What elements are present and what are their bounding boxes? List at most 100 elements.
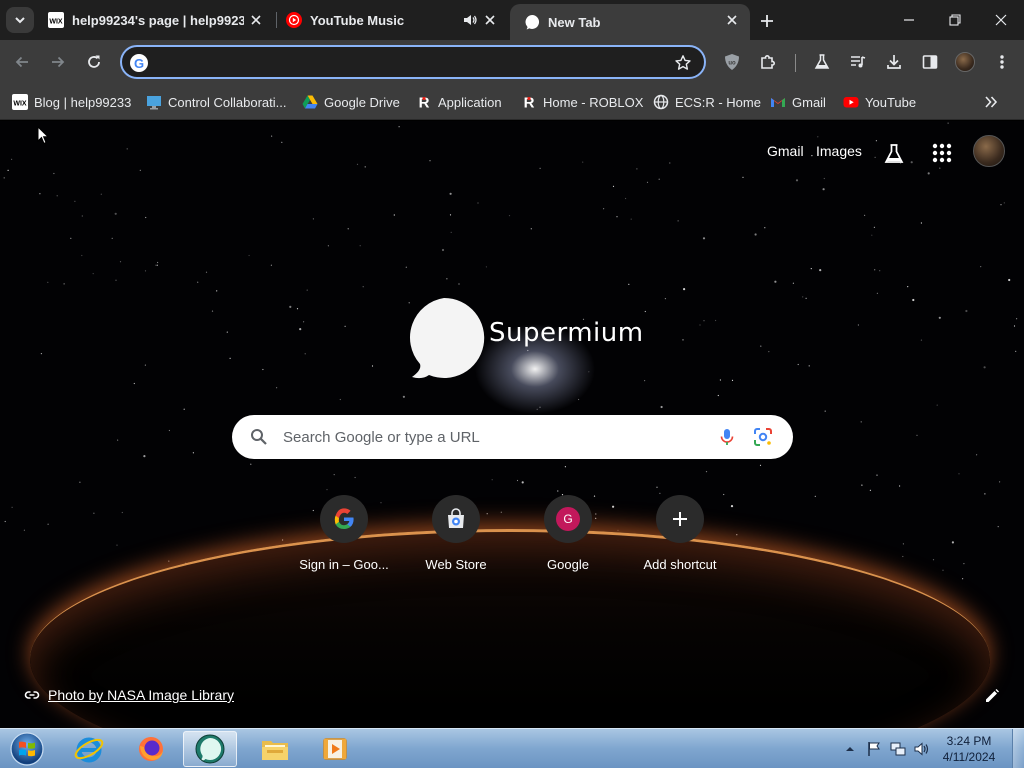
search-icon [251, 429, 267, 445]
customize-pencil-icon[interactable] [983, 687, 1001, 705]
reload-button[interactable] [80, 48, 108, 76]
google-apps-icon[interactable] [930, 141, 954, 165]
downloads-button[interactable] [880, 48, 908, 76]
google-lens-icon[interactable] [753, 427, 773, 452]
show-desktop-button[interactable] [1012, 729, 1024, 768]
bookmark-label: Control Collaborati... [168, 94, 287, 110]
letter-g-avatar-icon: G [556, 507, 580, 531]
chrome-menu-button[interactable] [988, 48, 1016, 76]
forward-button[interactable] [44, 48, 72, 76]
taskbar-media-player[interactable] [308, 731, 362, 767]
shortcut-google[interactable]: G Google [512, 493, 624, 583]
supermium-icon [524, 14, 540, 30]
gmail-icon [770, 94, 786, 110]
bookmark-label: Home - ROBLOX [543, 94, 644, 110]
tab-title: help99234's page | help99233 [72, 12, 244, 28]
omnibox-input[interactable] [158, 53, 658, 71]
bookmark-youtube[interactable]: YouTube [843, 92, 916, 112]
globe-icon [653, 94, 669, 110]
shortcut-label: Web Store [425, 557, 487, 572]
bookmark-blog[interactable]: WIX Blog | help99233 [12, 92, 131, 112]
media-controls-button[interactable] [844, 48, 872, 76]
reload-icon [88, 55, 100, 68]
tab-wix-page[interactable]: WIX help99234's page | help99233 [40, 0, 274, 40]
background-credit-link[interactable]: Photo by NASA Image Library [24, 685, 234, 705]
roblox-icon: R [521, 94, 537, 111]
bookmark-gmail[interactable]: Gmail [770, 92, 826, 112]
playlist-music-icon [851, 56, 866, 68]
close-tab-icon[interactable] [724, 12, 740, 28]
roblox-icon: R [416, 94, 432, 111]
taskbar-supermium[interactable] [183, 731, 237, 767]
windows-start-orb-icon [10, 732, 44, 766]
extensions-button[interactable] [754, 48, 782, 76]
restore-button[interactable] [932, 0, 978, 40]
youtube-icon [843, 94, 859, 110]
restore-icon [949, 14, 961, 26]
svg-text:R: R [524, 95, 535, 111]
bookmark-application[interactable]: R Application [416, 92, 502, 112]
microphone-icon[interactable] [717, 427, 737, 452]
show-hidden-icons-arrow-icon[interactable] [844, 742, 862, 760]
network-icon[interactable] [889, 740, 907, 758]
internet-explorer-icon [74, 737, 104, 763]
mouse-pointer-icon [37, 126, 49, 145]
shortcut-sign-in-google[interactable]: Sign in – Goo... [288, 493, 400, 583]
clock-time: 3:24 PM [946, 734, 992, 748]
chrome-labs-button[interactable] [808, 48, 836, 76]
minimize-icon [904, 19, 914, 21]
taskbar-firefox[interactable] [124, 731, 178, 767]
labs-flask-icon[interactable] [882, 142, 906, 166]
add-shortcut-button[interactable]: Add shortcut [624, 493, 736, 583]
gmail-link[interactable]: Gmail [767, 143, 804, 159]
back-button[interactable] [8, 48, 36, 76]
tab-title: New Tab [548, 14, 601, 30]
bookmark-control-collaboration[interactable]: Control Collaborati... [146, 92, 287, 112]
search-placeholder: Search Google or type a URL [283, 429, 480, 446]
new-tab-button[interactable] [756, 10, 778, 32]
file-explorer-icon [262, 741, 288, 760]
chrome-web-store-icon [448, 508, 464, 528]
bookmark-home-roblox[interactable]: R Home - ROBLOX [521, 92, 644, 112]
images-link[interactable]: Images [816, 143, 862, 159]
system-clock[interactable]: 3:24 PM 4/11/2024 [938, 733, 1000, 765]
svg-text:uo: uo [728, 61, 736, 67]
bookmark-google-drive[interactable]: Google Drive [302, 92, 400, 112]
shortcut-tile [320, 495, 368, 543]
volume-icon[interactable] [913, 740, 931, 758]
minimize-button[interactable] [886, 0, 932, 40]
clock-date: 4/11/2024 [942, 750, 996, 764]
action-center-flag-icon[interactable] [865, 740, 883, 758]
side-panel-button[interactable] [916, 48, 944, 76]
bookmarks-bar: WIX Blog | help99233 Control Collaborati… [0, 84, 1024, 120]
shortcut-label: Add shortcut [643, 557, 717, 572]
tab-new-tab[interactable]: New Tab [510, 4, 750, 40]
toolbar-divider [795, 54, 796, 72]
shortcut-web-store[interactable]: Web Store [400, 493, 512, 583]
tab-separator [276, 12, 277, 28]
supermium-icon [410, 297, 485, 379]
profile-button[interactable] [951, 48, 979, 76]
ublock-origin-extension-button[interactable]: uo [718, 48, 746, 76]
taskbar-file-explorer[interactable] [248, 731, 302, 767]
bookmark-ecsr-home[interactable]: ECS:R - Home [653, 92, 761, 112]
plus-icon [761, 15, 773, 27]
start-button[interactable] [7, 731, 47, 767]
tab-search-button[interactable] [6, 7, 34, 33]
bookmark-star-icon[interactable] [674, 54, 692, 77]
puzzle-piece-icon [761, 55, 775, 69]
address-bar[interactable]: G [120, 45, 706, 79]
bookmark-label: Gmail [792, 94, 826, 110]
close-window-button[interactable] [978, 0, 1024, 40]
arrow-right-icon [52, 56, 65, 68]
close-tab-icon[interactable] [248, 12, 264, 28]
close-tab-icon[interactable] [482, 12, 498, 28]
taskbar-internet-explorer[interactable] [62, 731, 116, 767]
account-avatar[interactable] [973, 135, 1005, 167]
svg-text:R: R [419, 95, 430, 111]
tab-youtube-music[interactable]: YouTube Music [278, 0, 508, 40]
bookmark-label: Google Drive [324, 94, 400, 110]
bookmarks-overflow-button[interactable] [984, 92, 1002, 112]
ntp-search-box[interactable]: Search Google or type a URL [232, 415, 793, 459]
speaker-audio-icon[interactable] [462, 12, 478, 31]
